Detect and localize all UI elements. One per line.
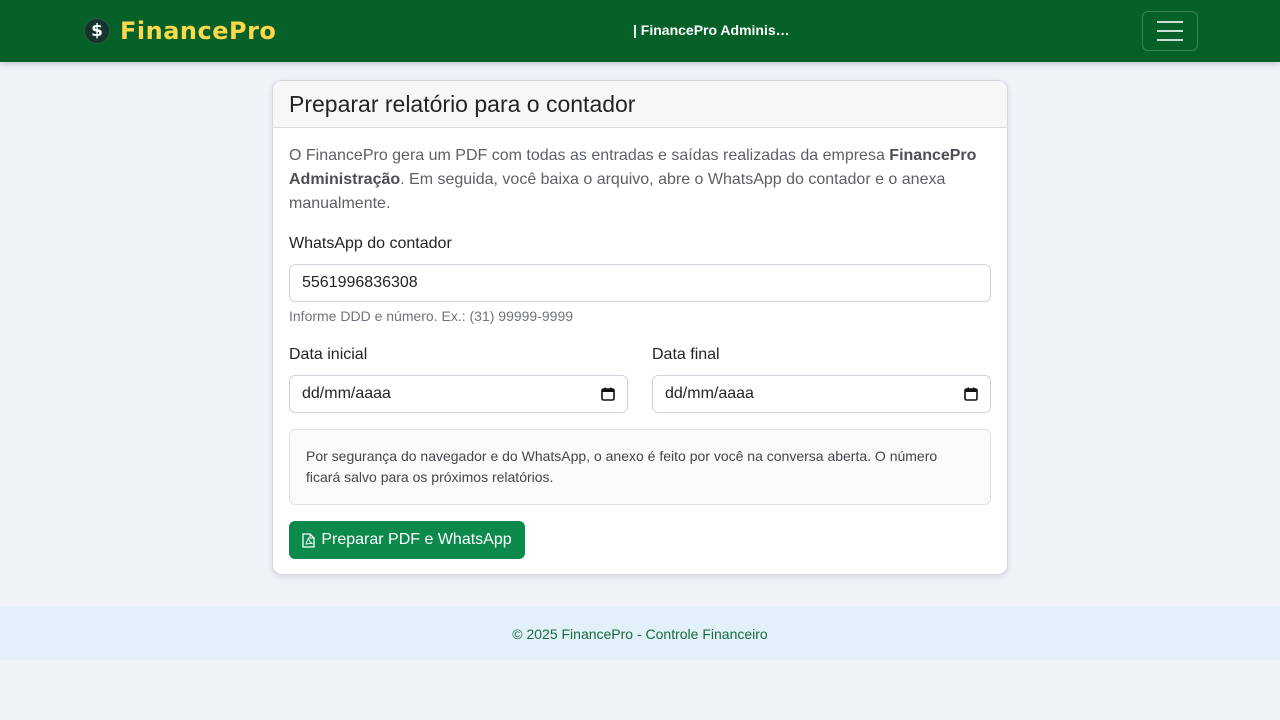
card-header: Preparar relatório para o contador	[273, 81, 1007, 128]
menu-toggle-button[interactable]	[1142, 11, 1198, 51]
start-date-label: Data inicial	[289, 346, 368, 363]
file-pdf-icon	[302, 532, 315, 548]
company-title: | FinancePro Administração	[633, 22, 793, 38]
report-card: Preparar relatório para o contador O Fin…	[272, 80, 1008, 575]
whatsapp-value: 5561996836308	[302, 274, 418, 291]
brand-name: FinancePro	[120, 17, 277, 45]
whatsapp-label: WhatsApp do contador	[289, 235, 452, 252]
brand-link[interactable]: $ FinancePro	[84, 16, 276, 46]
calendar-icon[interactable]	[601, 387, 615, 401]
hamburger-icon	[1157, 39, 1183, 41]
end-date-label: Data final	[652, 346, 720, 363]
intro-text: O FinancePro gera um PDF com todas as en…	[289, 144, 993, 216]
hamburger-icon	[1157, 30, 1183, 32]
security-notice: Por segurança do navegador e do WhatsApp…	[289, 429, 991, 505]
prepare-pdf-label: Preparar PDF e WhatsApp	[321, 531, 512, 548]
footer-copyright: © 2025 FinancePro - Controle Financeiro	[512, 625, 768, 642]
whatsapp-help: Informe DDD e número. Ex.: (31) 99999-99…	[289, 308, 574, 324]
dollar-logo-icon: $	[84, 18, 110, 44]
start-date-placeholder: dd/mm/aaaa	[302, 385, 391, 402]
end-date-placeholder: dd/mm/aaaa	[665, 385, 754, 402]
hamburger-icon	[1157, 21, 1183, 23]
prepare-pdf-whatsapp-button[interactable]: Preparar PDF e WhatsApp	[289, 521, 525, 559]
page-footer: © 2025 FinancePro - Controle Financeiro	[0, 607, 1280, 660]
card-title: Preparar relatório para o contador	[289, 90, 636, 117]
start-date-input[interactable]: dd/mm/aaaa	[289, 375, 628, 413]
top-navbar: $ FinancePro | FinancePro Administração	[0, 0, 1280, 62]
intro-part-1: O FinancePro gera um PDF com todas as en…	[289, 147, 890, 164]
calendar-icon[interactable]	[964, 387, 978, 401]
end-date-input[interactable]: dd/mm/aaaa	[652, 375, 991, 413]
whatsapp-input[interactable]: 5561996836308	[289, 264, 991, 302]
